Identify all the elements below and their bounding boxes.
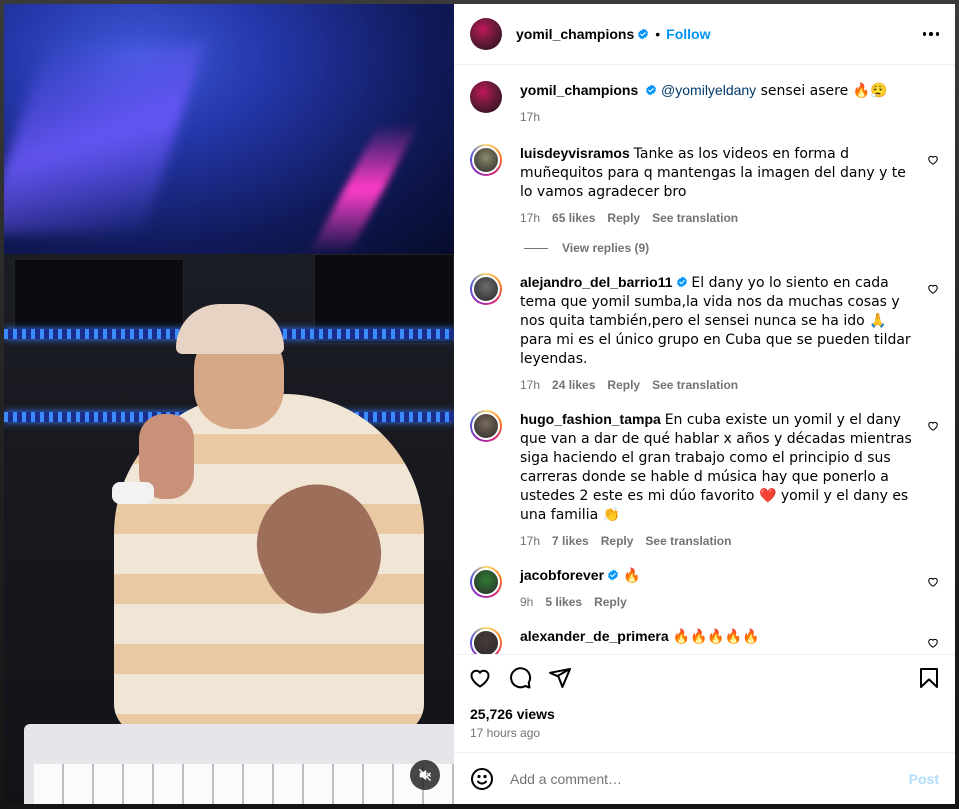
like-comment-heart-icon[interactable] [927, 283, 939, 295]
post-caption: yomil_champions @yomilyeldany sensei ase… [470, 81, 939, 126]
comment-reply-button[interactable]: Reply [607, 376, 640, 394]
comment-composer: Post [454, 752, 955, 804]
more-options-button[interactable] [922, 22, 939, 46]
caption-text: sensei asere 🔥😮‍💨 [756, 83, 888, 99]
post-timestamp: 17 hours ago [470, 726, 541, 740]
view-replies-button[interactable]: View replies (9) [524, 241, 939, 255]
comment-text: 🔥🔥🔥🔥🔥 [672, 629, 760, 645]
comment-likes[interactable]: 65 likes [552, 209, 595, 227]
commenter-username[interactable]: jacobforever [520, 567, 604, 583]
like-comment-heart-icon[interactable] [927, 420, 939, 432]
post-comment-button[interactable]: Post [909, 771, 939, 787]
header-separator: • [655, 26, 661, 42]
comments-list[interactable]: yomil_champions @yomilyeldany sensei ase… [454, 65, 955, 654]
more-icon [922, 32, 926, 36]
commenter-avatar[interactable] [470, 566, 502, 598]
comment-likes[interactable]: 7 likes [552, 532, 589, 550]
like-comment-heart-icon[interactable] [927, 154, 939, 166]
see-translation-button[interactable]: See translation [645, 532, 731, 550]
author-avatar[interactable] [470, 18, 502, 50]
comment-row: luisdeyvisramos Tanke as los videos en f… [470, 144, 939, 227]
comment-container: luisdeyvisramos Tanke as los videos en f… [470, 144, 939, 654]
comment-time: 17h [520, 378, 541, 392]
like-comment-heart-icon[interactable] [927, 637, 939, 649]
mute-icon [419, 769, 431, 781]
heart-icon[interactable] [468, 666, 492, 690]
studio-speaker-left [14, 259, 184, 339]
see-translation-button[interactable]: See translation [652, 209, 738, 227]
caption-author-avatar[interactable] [470, 81, 502, 113]
caption-mention-link[interactable]: @yomilyeldany [661, 82, 756, 98]
commenter-avatar-photo [472, 275, 500, 303]
comment-likes[interactable]: 5 likes [545, 593, 582, 611]
caption-author-username[interactable]: yomil_champions [520, 82, 638, 98]
replies-divider [524, 247, 548, 249]
keyboard-keys [34, 764, 454, 804]
commenter-avatar[interactable] [470, 144, 502, 176]
bookmark-icon[interactable] [917, 666, 941, 690]
comment-row: alexander_de_primera 🔥🔥🔥🔥🔥16h10 likesRep… [470, 627, 939, 654]
commenter-avatar-photo [472, 629, 500, 654]
caption-time: 17h [520, 110, 541, 124]
comment-reply-button[interactable]: Reply [594, 593, 627, 611]
verified-icon [608, 569, 618, 581]
commenter-username[interactable]: luisdeyvisramos [520, 145, 630, 161]
comment-time: 9h [520, 595, 534, 609]
comment-row: hugo_fashion_tampa En cuba existe un yom… [470, 410, 939, 550]
commenter-username[interactable]: alexander_de_primera [520, 628, 669, 644]
mute-button[interactable] [410, 760, 440, 790]
post-modal: yomil_champions • Follow yomil_champions… [4, 4, 955, 804]
commenter-avatar-photo [472, 412, 500, 440]
emoji-icon[interactable] [470, 767, 494, 791]
post-stats: 25,726 views 17 hours ago [454, 700, 955, 752]
verified-icon [638, 28, 649, 40]
comment-input[interactable] [510, 770, 909, 787]
person-watch [112, 482, 154, 504]
comment-reply-button[interactable]: Reply [601, 532, 634, 550]
see-translation-button[interactable]: See translation [652, 376, 738, 394]
verified-icon [676, 276, 687, 288]
commenter-avatar[interactable] [470, 273, 502, 305]
comment-icon[interactable] [508, 666, 532, 690]
comment-reply-button[interactable]: Reply [607, 209, 640, 227]
commenter-avatar[interactable] [470, 410, 502, 442]
post-video[interactable] [4, 4, 454, 804]
post-side-panel: yomil_champions • Follow yomil_champions… [454, 4, 955, 804]
comment-row: jacobforever 🔥 9h 5 likes Reply [470, 566, 939, 611]
share-icon[interactable] [548, 666, 572, 690]
comment-text: 🔥 [622, 568, 641, 584]
commenter-avatar-photo [472, 146, 500, 174]
comment-text: En cuba existe un yomil y el dany que va… [520, 412, 912, 523]
author-username[interactable]: yomil_champions [516, 26, 634, 42]
comment-likes[interactable]: 24 likes [552, 376, 595, 394]
commenter-username[interactable]: alejandro_del_barrio11 [520, 274, 673, 290]
commenter-avatar-photo [472, 568, 500, 596]
commenter-username[interactable]: hugo_fashion_tampa [520, 411, 661, 427]
verified-icon [646, 84, 657, 96]
post-header: yomil_champions • Follow [454, 4, 955, 65]
commenter-avatar[interactable] [470, 627, 502, 654]
comment-time: 17h [520, 211, 541, 225]
follow-button[interactable]: Follow [666, 26, 710, 42]
view-replies-label: View replies (9) [562, 241, 650, 255]
like-comment-heart-icon[interactable] [927, 576, 939, 588]
comment-row: alejandro_del_barrio11 El dany yo lo sie… [470, 273, 939, 394]
comment-time: 17h [520, 534, 541, 548]
post-actions-bar [454, 654, 955, 700]
view-count[interactable]: 25,726 views [470, 706, 939, 722]
